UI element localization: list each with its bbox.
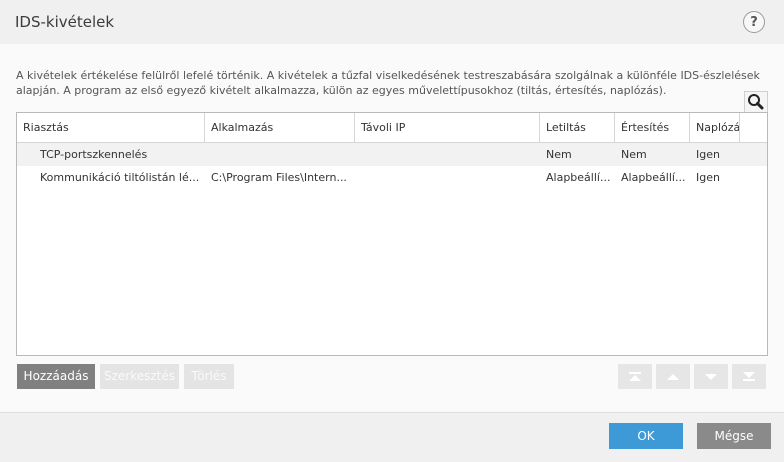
help-icon[interactable]: ? (743, 11, 765, 33)
cell-block: Nem (546, 148, 572, 161)
delete-button[interactable]: Törlés (184, 364, 234, 389)
move-top-button[interactable] (618, 364, 652, 389)
table-header: Riasztás Alkalmazás Távoli IP Letiltás É… (17, 113, 767, 143)
cell-notify: Nem (621, 148, 647, 161)
cell-notify: Alapbeállí... (621, 171, 686, 184)
description-text: A kivételek értékelése felülről lefelé t… (16, 69, 760, 97)
cell-log: Igen (696, 148, 720, 161)
move-bottom-icon (743, 372, 755, 381)
search-icon (748, 94, 764, 110)
dialog-content: A kivételek értékelése felülről lefelé t… (0, 44, 784, 412)
add-button[interactable]: Hozzáadás (17, 364, 95, 389)
cancel-button[interactable]: Mégse (697, 423, 771, 449)
cell-alert: Kommunikáció tiltólistán lé... (40, 171, 200, 184)
cell-log: Igen (696, 171, 720, 184)
dialog-title: IDS-kivételek (15, 13, 115, 31)
cell-application: C:\Program Files\Intern... (211, 171, 347, 184)
cell-remote-ip (355, 143, 540, 166)
move-up-icon (667, 374, 679, 380)
move-top-icon (629, 372, 641, 381)
exceptions-table[interactable]: Riasztás Alkalmazás Távoli IP Letiltás É… (16, 112, 768, 356)
table-row[interactable]: Kommunikáció tiltólistán lé... C:\Progra… (17, 166, 767, 189)
cell-alert: TCP-portszkennelés (40, 148, 148, 161)
move-down-button[interactable] (694, 364, 728, 389)
move-down-icon (705, 374, 717, 380)
table-row[interactable]: TCP-portszkennelés Nem Nem Igen (17, 143, 767, 166)
cell-remote-ip (355, 166, 540, 189)
dialog-titlebar: IDS-kivételek ? (0, 0, 784, 44)
cell-block: Alapbeállí... (546, 171, 611, 184)
move-up-button[interactable] (656, 364, 690, 389)
ok-button[interactable]: OK (609, 423, 683, 449)
column-header-application[interactable]: Alkalmazás (205, 113, 355, 142)
cell-application (205, 143, 355, 166)
column-header-notify[interactable]: Értesítés (615, 113, 690, 142)
column-header-log[interactable]: Naplózás (690, 113, 740, 142)
column-header-remote-ip[interactable]: Távoli IP (355, 113, 540, 142)
edit-button[interactable]: Szerkesztés (100, 364, 179, 389)
search-button[interactable] (744, 91, 768, 113)
column-header-block[interactable]: Letiltás (540, 113, 615, 142)
header-scrollbar-spacer (740, 113, 767, 142)
move-bottom-button[interactable] (732, 364, 766, 389)
column-header-alert[interactable]: Riasztás (17, 113, 205, 142)
